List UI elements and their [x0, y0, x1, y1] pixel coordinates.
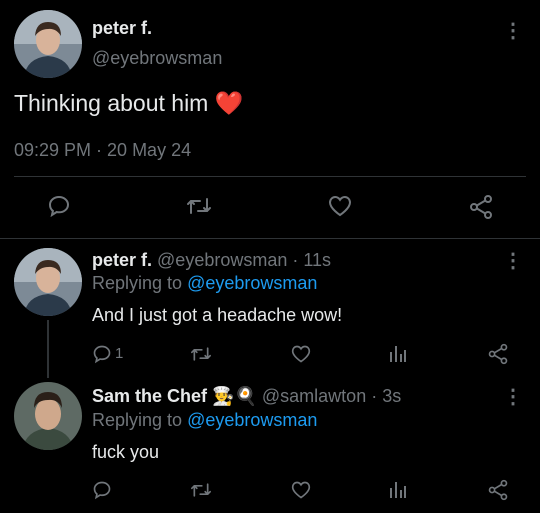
tweet-text: Thinking about him ❤️ [14, 90, 243, 117]
reply-icon[interactable] [92, 344, 112, 364]
reply-count: 1 [115, 345, 124, 362]
more-options-icon[interactable]: ⋮ [503, 387, 523, 407]
author-name[interactable]: peter f. [92, 250, 152, 270]
share-icon[interactable] [487, 479, 509, 501]
reply-header: Sam the Chef 👨‍🍳🍳 @samlawton · 3s [92, 386, 401, 407]
more-options-icon[interactable]: ⋮ [503, 21, 523, 41]
reply-time: · 3s [371, 386, 402, 406]
replying-to-label: Replying to [92, 273, 183, 293]
replying-to: Replying to @eyebrowsman [92, 273, 317, 294]
analytics-icon[interactable] [389, 480, 407, 500]
thread-line [47, 320, 49, 378]
author-handle[interactable]: @eyebrowsman [157, 250, 287, 270]
heart-emoji: ❤️ [214, 90, 244, 116]
author-name[interactable]: Sam the Chef [92, 386, 207, 406]
like-icon[interactable] [290, 344, 312, 364]
author-handle[interactable]: @samlawton [262, 386, 366, 406]
more-options-icon[interactable]: ⋮ [503, 251, 523, 271]
replying-to-label: Replying to [92, 410, 183, 430]
reply-time: · 11s [292, 250, 332, 270]
replying-to-handle[interactable]: @eyebrowsman [187, 273, 317, 293]
tweet-text-body: Thinking about him [14, 90, 209, 116]
reply-text: fuck you [92, 442, 160, 462]
replying-to: Replying to @eyebrowsman [92, 410, 317, 431]
author-name[interactable]: peter f. [92, 18, 152, 39]
like-icon[interactable] [290, 480, 312, 500]
avatar[interactable] [14, 10, 82, 78]
reply-icon[interactable] [92, 480, 112, 500]
avatar[interactable] [14, 382, 82, 450]
name-emojis: 👨‍🍳🍳 [212, 386, 257, 406]
divider [0, 238, 540, 239]
share-icon[interactable] [468, 194, 494, 220]
avatar[interactable] [14, 248, 82, 316]
reply-header: peter f. @eyebrowsman · 11s [92, 250, 331, 271]
retweet-icon[interactable] [186, 194, 212, 218]
divider [14, 176, 526, 177]
share-icon[interactable] [487, 343, 509, 365]
replying-to-handle[interactable]: @eyebrowsman [187, 410, 317, 430]
author-handle[interactable]: @eyebrowsman [92, 48, 222, 69]
reply-text: And I just got a headache wow! [92, 305, 343, 325]
tweet-timestamp: 09:29 PM · 20 May 24 [14, 140, 192, 160]
like-icon[interactable] [327, 194, 353, 218]
retweet-icon[interactable] [190, 480, 212, 500]
reply-icon[interactable] [47, 194, 71, 218]
analytics-icon[interactable] [389, 344, 407, 364]
retweet-icon[interactable] [190, 344, 212, 364]
